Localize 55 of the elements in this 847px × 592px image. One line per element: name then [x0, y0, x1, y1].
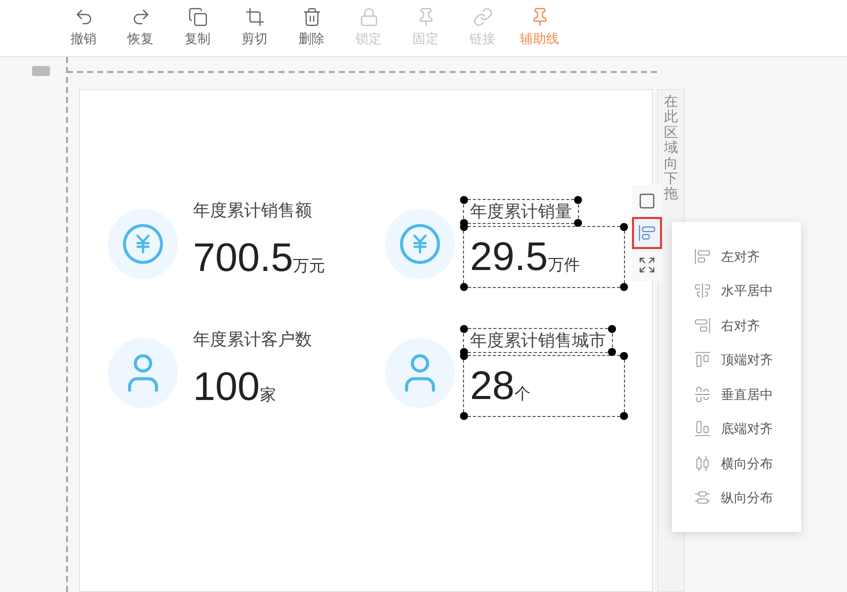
resize-handle[interactable] — [574, 219, 582, 227]
metric-value: 28 — [470, 364, 514, 408]
resize-handle[interactable] — [608, 325, 616, 333]
side-tool-button[interactable] — [632, 217, 662, 249]
metric-value: 100 — [193, 365, 260, 409]
menu-item[interactable]: 底端对齐 — [672, 412, 801, 446]
frame-icon — [638, 192, 656, 210]
align-icon — [694, 420, 711, 438]
metric-unit: 万件 — [548, 256, 580, 276]
menu-item[interactable]: 右对齐 — [672, 308, 801, 342]
link-icon — [472, 7, 492, 28]
align-icon — [694, 248, 711, 265]
redo-icon — [130, 7, 150, 28]
metric-title: 年度累计客户数 — [193, 330, 312, 349]
trash-icon — [302, 7, 322, 28]
resize-handle[interactable] — [620, 283, 628, 291]
copy-icon — [188, 7, 208, 28]
metric-unit: 个 — [514, 385, 530, 405]
metric-title: 年度累计销售额 — [193, 201, 312, 220]
menu-item[interactable]: 水平居中 — [672, 274, 801, 308]
drop-hint: 在此区域向下拖 — [664, 94, 678, 204]
align-icon — [694, 316, 711, 334]
align-icon — [694, 454, 711, 472]
metric-title: 年度累计销售城市 — [470, 331, 606, 350]
tag-icon — [32, 66, 50, 76]
menu-item[interactable]: 垂直居中 — [672, 377, 801, 412]
resize-handle[interactable] — [460, 412, 468, 420]
metric-value: 29.5 — [470, 235, 548, 279]
align-icon — [694, 282, 711, 300]
menu-item[interactable]: 左对齐 — [672, 239, 801, 274]
lock-icon — [358, 7, 378, 28]
resize-handle[interactable] — [460, 283, 468, 291]
toolbar-button[interactable]: 剪切 — [226, 7, 283, 49]
menu-item[interactable]: 纵向分布 — [672, 480, 801, 515]
expand-icon — [638, 256, 656, 274]
metric-value: 700.5 — [193, 236, 294, 280]
toolbar-button[interactable]: 删除 — [283, 7, 340, 49]
toolbar-button[interactable]: 复制 — [169, 7, 226, 49]
metric-title: 年度累计销量 — [470, 202, 572, 221]
resize-handle[interactable] — [460, 196, 468, 204]
resize-handle[interactable] — [574, 196, 582, 204]
metric-unit: 万元 — [293, 257, 326, 277]
toolbar-button[interactable]: 撤销 — [55, 7, 112, 49]
metric-unit: 家 — [260, 386, 276, 406]
align-icon — [694, 351, 711, 368]
align-icon — [694, 489, 711, 506]
crop-icon — [244, 7, 264, 28]
toolbar-button[interactable]: 恢复 — [112, 7, 169, 49]
menu-item[interactable]: 横向分布 — [672, 446, 801, 480]
align-left-icon — [638, 224, 656, 242]
menu-item[interactable]: 顶端对齐 — [672, 342, 801, 377]
resize-handle[interactable] — [460, 325, 468, 333]
resize-handle[interactable] — [620, 223, 628, 231]
align-icon — [694, 386, 711, 403]
resize-handle[interactable] — [620, 412, 628, 420]
